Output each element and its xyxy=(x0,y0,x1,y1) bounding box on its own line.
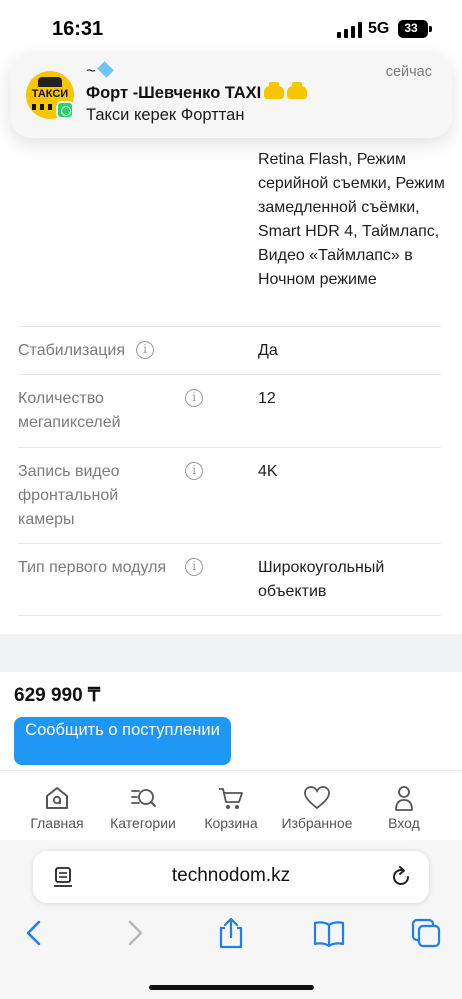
notification-sender: ~ xyxy=(86,61,114,81)
spec-row-stabilization: Стабилизация i Да xyxy=(18,326,441,374)
battery-icon: 33 xyxy=(398,20,428,38)
share-icon[interactable] xyxy=(214,916,248,950)
taxi-emoji-icon xyxy=(264,82,285,99)
taxi-sign-shape xyxy=(38,77,62,87)
spec-value-continued: Retina Flash, Режим серийной съемки, Реж… xyxy=(258,151,445,288)
whatsapp-icon xyxy=(56,101,74,119)
sender-tilde: ~ xyxy=(86,61,96,80)
spec-row-megapixels: Количество мегапикселей i 12 xyxy=(18,374,441,447)
tabs-icon[interactable] xyxy=(409,916,443,950)
bookmarks-icon[interactable] xyxy=(312,916,346,950)
spec-value: Да xyxy=(258,342,278,359)
spec-label: Количество мегапикселей xyxy=(18,390,121,431)
nav-item-cart[interactable]: Корзина xyxy=(185,771,277,841)
notification-title-row: Форт -Шевченко TAXI xyxy=(86,82,308,103)
heart-icon xyxy=(304,786,330,810)
spec-value: 12 xyxy=(258,390,276,407)
info-icon[interactable]: i xyxy=(136,341,154,359)
spec-label: Тип первого модуля xyxy=(18,559,167,576)
info-icon[interactable]: i xyxy=(185,558,203,576)
nav-item-categories[interactable]: Категории xyxy=(97,771,189,841)
nav-label: Избранное xyxy=(281,815,353,831)
cart-icon xyxy=(219,788,243,809)
diamond-emoji-icon xyxy=(97,61,114,78)
spec-label: Запись видео фронтальной камеры xyxy=(18,463,120,528)
product-price: 629 990 ₸ xyxy=(14,685,101,706)
browser-chrome: technodom.kz xyxy=(0,840,462,999)
nav-label: Главная xyxy=(30,815,84,831)
notification-time: сейчас xyxy=(385,64,432,80)
spec-value: Широкоугольный объектив xyxy=(258,559,385,600)
url-text: technodom.kz xyxy=(171,865,291,886)
section-divider xyxy=(0,634,462,672)
status-time: 16:31 xyxy=(52,18,104,40)
info-icon[interactable]: i xyxy=(185,389,203,407)
home-icon xyxy=(46,787,68,809)
status-bar: 16:31 5G 33 xyxy=(0,0,462,52)
home-indicator xyxy=(149,985,314,990)
user-icon xyxy=(395,786,413,811)
nav-label: Вход xyxy=(388,815,420,831)
forward-chevron-icon[interactable] xyxy=(117,916,151,950)
categories-search-icon xyxy=(131,789,156,807)
cellular-signal-icon xyxy=(337,22,363,38)
nav-item-login[interactable]: Вход xyxy=(358,771,450,841)
spec-value: 4K xyxy=(258,463,278,480)
spec-row-first-module: Тип первого модуля i Широкоугольный объе… xyxy=(18,543,441,616)
spec-row-front-video: Запись видео фронтальной камеры i 4K xyxy=(18,447,441,543)
nav-label: Корзина xyxy=(204,815,258,831)
nav-label: Категории xyxy=(110,815,176,831)
push-notification[interactable]: ТАКСИ ~ Форт -Шевченко TAXI Такси керек … xyxy=(10,52,452,138)
battery-tip xyxy=(429,26,432,32)
address-bar[interactable]: technodom.kz xyxy=(33,851,429,903)
info-icon[interactable]: i xyxy=(185,462,203,480)
battery-level: 33 xyxy=(404,21,418,35)
avatar-text: ТАКСИ xyxy=(31,88,69,100)
spec-label: Стабилизация xyxy=(18,342,125,359)
notify-availability-button[interactable]: Сообщить о поступлении xyxy=(14,717,231,765)
taxi-emoji-icon xyxy=(287,82,308,99)
notification-title: Форт -Шевченко TAXI xyxy=(86,84,262,102)
network-type: 5G xyxy=(368,20,390,37)
reload-icon[interactable] xyxy=(389,865,413,889)
nav-item-home[interactable]: Главная xyxy=(11,771,103,841)
notification-body: Такси керек Форттан xyxy=(86,106,245,124)
back-chevron-icon[interactable] xyxy=(18,916,52,950)
site-bottom-nav: Главная Категории Корзина Избранное Вход xyxy=(0,770,462,840)
nav-item-favorites[interactable]: Избранное xyxy=(271,771,363,841)
